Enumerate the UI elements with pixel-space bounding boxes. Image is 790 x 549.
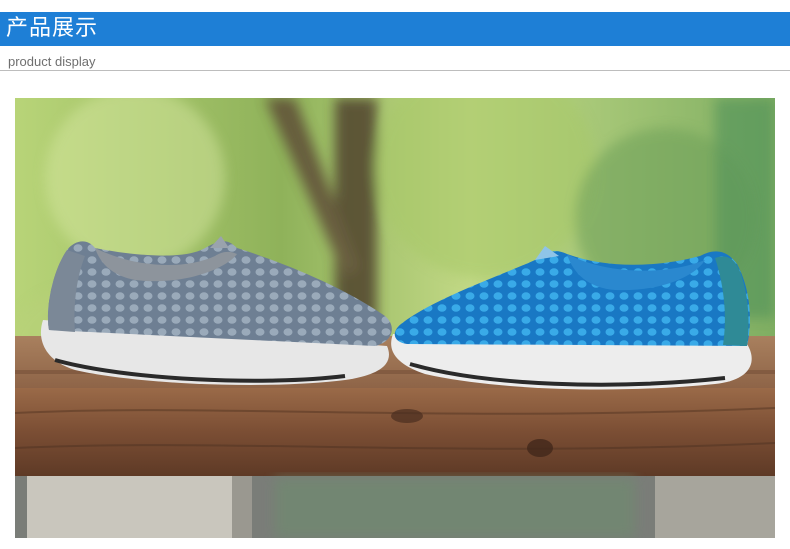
section-title: 产品展示 [6, 16, 99, 41]
header-divider [0, 70, 790, 71]
product-photo [15, 98, 775, 538]
section-subtitle: product display [8, 54, 96, 69]
section-header-bar: 产品展示 [0, 12, 790, 46]
